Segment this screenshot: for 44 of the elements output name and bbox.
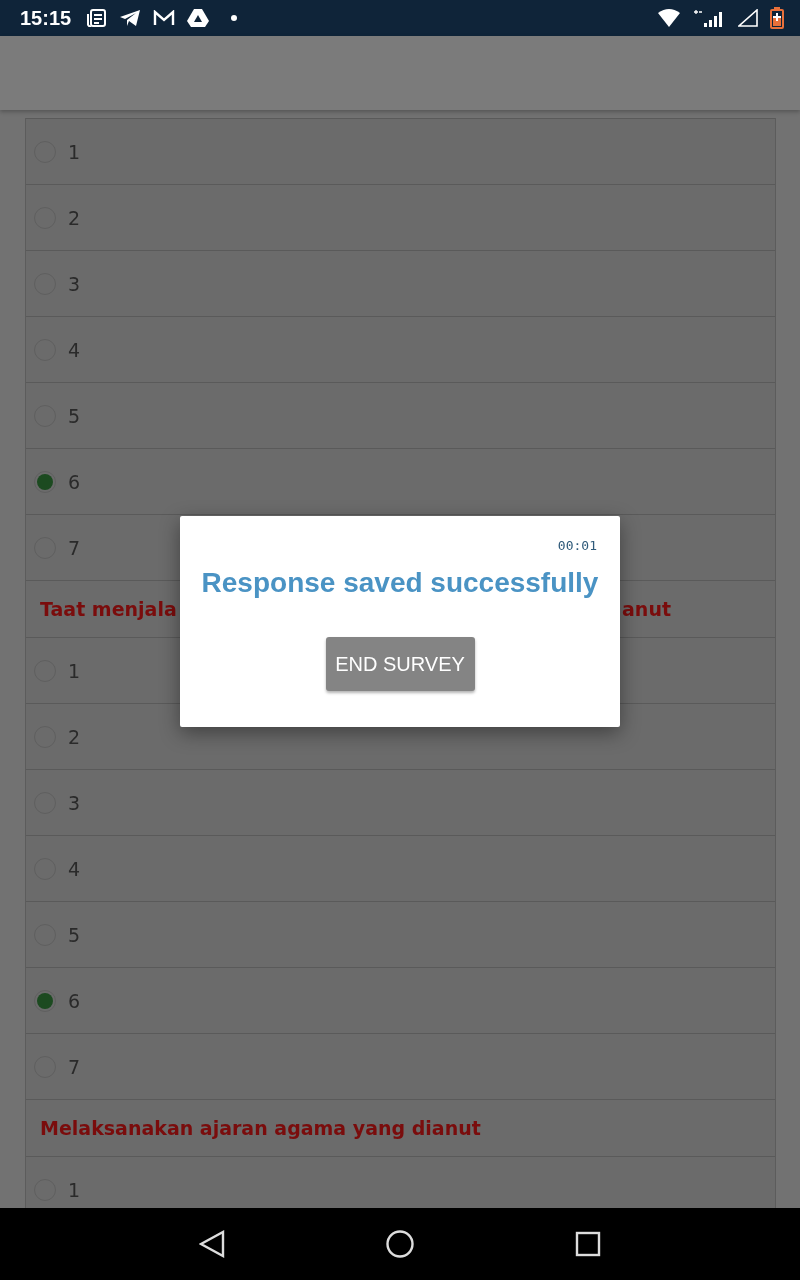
option-label: 2 bbox=[68, 206, 81, 229]
recents-icon[interactable] bbox=[575, 1231, 601, 1257]
option-label: 4 bbox=[68, 338, 81, 361]
option-label: 3 bbox=[68, 791, 81, 814]
option-row[interactable]: 3 bbox=[26, 769, 775, 835]
option-label: 6 bbox=[68, 470, 81, 493]
question-title: Melaksanakan ajaran agama yang dianut bbox=[40, 1117, 481, 1139]
option-row[interactable]: 3 bbox=[26, 250, 775, 316]
option-label: 6 bbox=[68, 989, 81, 1012]
option-label: 3 bbox=[68, 272, 81, 295]
timer: 00:01 bbox=[557, 538, 597, 553]
clock: 15:15 bbox=[20, 6, 72, 30]
option-row[interactable]: 4 bbox=[26, 316, 775, 382]
option-label: 1 bbox=[68, 659, 81, 682]
question-title: Taat menjala bbox=[40, 598, 177, 620]
option-label: 5 bbox=[68, 404, 81, 427]
mail-icon bbox=[153, 10, 176, 26]
question-title: anut bbox=[622, 598, 671, 620]
option-row[interactable]: 1 bbox=[26, 118, 775, 184]
option-label: 7 bbox=[68, 536, 81, 559]
option-row[interactable]: 2 bbox=[26, 184, 775, 250]
drive-icon bbox=[187, 8, 210, 28]
option-label: 7 bbox=[68, 1055, 81, 1078]
battery-icon bbox=[770, 7, 784, 29]
option-label: 5 bbox=[68, 923, 81, 946]
option-row[interactable]: 4 bbox=[26, 835, 775, 901]
back-icon[interactable] bbox=[199, 1230, 225, 1258]
option-label: 1 bbox=[68, 140, 81, 163]
news-icon bbox=[87, 9, 108, 27]
option-row[interactable]: 5 bbox=[26, 901, 775, 967]
end-survey-button[interactable]: END SURVEY bbox=[325, 637, 475, 691]
option-row[interactable]: 6 bbox=[26, 967, 775, 1033]
option-row[interactable]: 6 bbox=[26, 448, 775, 514]
option-label: 4 bbox=[68, 857, 81, 880]
wifi-icon bbox=[658, 9, 680, 27]
signal-icon bbox=[738, 9, 758, 27]
option-label: 2 bbox=[68, 725, 81, 748]
notification-dot-icon bbox=[231, 15, 238, 21]
option-label: 1 bbox=[68, 1178, 81, 1201]
paper-plane-icon bbox=[119, 9, 142, 27]
dialog-message: Response saved successfully bbox=[201, 567, 599, 599]
option-row[interactable]: 5 bbox=[26, 382, 775, 448]
option-row[interactable]: 7 bbox=[26, 1033, 775, 1099]
home-icon[interactable] bbox=[385, 1229, 415, 1259]
